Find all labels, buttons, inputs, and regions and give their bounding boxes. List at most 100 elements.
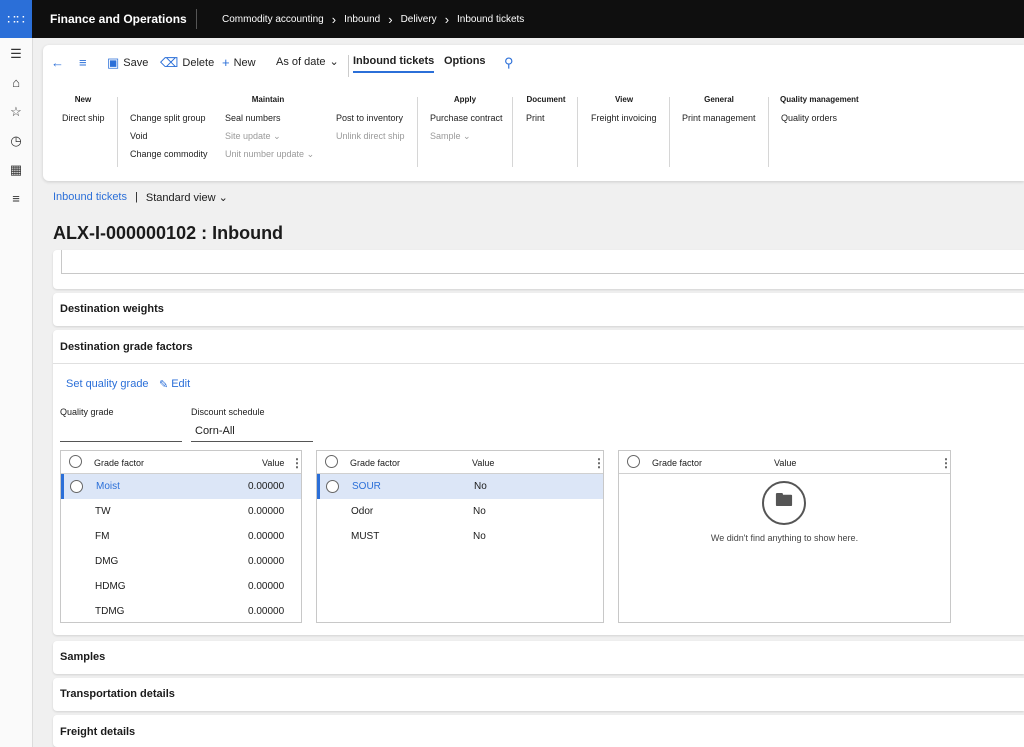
table-row[interactable]: TDMG 0.00000 <box>61 599 301 624</box>
as-of-date-button[interactable]: As of date ⌄ <box>276 55 339 69</box>
more-options-icon[interactable]: ⋮ <box>593 456 605 470</box>
post-to-inventory-button[interactable]: Post to inventory <box>336 113 403 123</box>
discount-schedule-field[interactable]: Corn-All <box>191 421 313 442</box>
app-launcher-icon[interactable]: ∷∷ <box>0 0 32 38</box>
section-title: Samples <box>60 651 106 663</box>
edit-button[interactable]: ✎ Edit <box>159 378 190 391</box>
value-cell: 0.00000 <box>248 606 285 617</box>
section-title[interactable]: Destination grade factors <box>60 341 193 353</box>
save-button[interactable]: ▣ Save <box>107 55 148 71</box>
back-arrow-icon: ← <box>51 55 64 70</box>
star-icon[interactable]: ☆ <box>0 104 32 120</box>
table-row[interactable]: SOUR No <box>317 474 603 499</box>
group-header-maintain: Maintain <box>251 95 285 104</box>
change-split-group-button[interactable]: Change split group <box>130 113 206 123</box>
standard-view-dropdown[interactable]: Standard view ⌄ <box>146 191 228 204</box>
unit-number-update-button[interactable]: Unit number update ⌄ <box>225 149 314 160</box>
grade-factor-cell: Odor <box>351 506 374 517</box>
empty-state-message: We didn't find anything to show here. <box>710 533 859 543</box>
new-button[interactable]: + New <box>222 55 256 70</box>
unit-number-update-label: Unit number update <box>225 149 305 159</box>
more-options-icon[interactable]: ⋮ <box>291 456 303 470</box>
breadcrumb-inbound[interactable]: Inbound <box>344 14 380 25</box>
grade-factor-grid-empty: Grade factor Value ⋮ 🖿 We didn't find an… <box>618 450 952 623</box>
breadcrumb-delivery[interactable]: Delivery <box>401 14 437 25</box>
void-button[interactable]: Void <box>130 131 148 141</box>
select-all-radio[interactable] <box>325 455 338 468</box>
tab-options[interactable]: Options <box>444 55 486 71</box>
site-update-button[interactable]: Site update ⌄ <box>225 131 281 142</box>
list-icon[interactable]: ≡ <box>0 191 32 206</box>
chevron-down-icon: ⌄ <box>273 131 281 141</box>
save-icon: ▣ <box>107 55 120 70</box>
freight-invoicing-button[interactable]: Freight invoicing <box>591 113 657 123</box>
unlink-direct-ship-button[interactable]: Unlink direct ship <box>336 131 405 141</box>
breadcrumb-inbound-tickets[interactable]: Inbound tickets <box>457 14 524 25</box>
grade-factor-cell: MUST <box>351 531 380 542</box>
quality-orders-button[interactable]: Quality orders <box>781 113 837 123</box>
value-cell: 0.00000 <box>248 556 285 567</box>
workspace-icon[interactable]: ▦ <box>0 162 32 178</box>
column-header-grade-factor[interactable]: Grade factor <box>652 458 702 468</box>
print-button[interactable]: Print <box>526 113 545 123</box>
change-commodity-button[interactable]: Change commodity <box>130 149 208 159</box>
section-freight-details[interactable]: Freight details <box>53 715 1024 747</box>
column-header-value[interactable]: Value <box>774 458 796 468</box>
delete-button[interactable]: ⌫ Delete <box>160 55 214 71</box>
chevron-right-icon: › <box>388 11 393 27</box>
more-options-icon[interactable]: ⋮ <box>940 456 952 470</box>
left-nav: ☰ ⌂ ☆ ◷ ▦ ≡ <box>0 38 33 747</box>
sample-button[interactable]: Sample ⌄ <box>430 131 471 142</box>
tab-inbound-label: Inbound tickets <box>353 55 435 73</box>
column-header-value[interactable]: Value <box>472 458 494 468</box>
print-management-button[interactable]: Print management <box>682 113 756 123</box>
column-header-grade-factor[interactable]: Grade factor <box>350 458 400 468</box>
set-quality-grade-button[interactable]: Set quality grade <box>66 378 149 390</box>
direct-ship-button[interactable]: Direct ship <box>62 113 105 123</box>
table-row[interactable]: Moist 0.00000 <box>61 474 301 499</box>
select-all-radio[interactable] <box>69 455 82 468</box>
section-transportation-details[interactable]: Transportation details <box>53 678 1024 711</box>
section-destination-weights[interactable]: Destination weights <box>53 293 1024 326</box>
value-cell: 0.00000 <box>248 506 285 517</box>
text-area[interactable] <box>61 250 1024 274</box>
table-row[interactable]: HDMG 0.00000 <box>61 574 301 599</box>
grade-factor-cell: TDMG <box>95 606 125 617</box>
chevron-down-icon: ⌄ <box>463 131 471 141</box>
seal-numbers-button[interactable]: Seal numbers <box>225 113 281 123</box>
row-radio[interactable] <box>70 480 83 493</box>
table-row[interactable]: DMG 0.00000 <box>61 549 301 574</box>
inbound-tickets-link[interactable]: Inbound tickets <box>53 191 127 204</box>
app-name[interactable]: Finance and Operations <box>50 12 187 26</box>
hamburger-button[interactable]: ≡ <box>79 55 87 70</box>
value-cell: No <box>473 531 486 542</box>
tab-inbound-tickets[interactable]: Inbound tickets <box>353 55 435 73</box>
search-button[interactable]: ⚲ <box>504 55 514 71</box>
column-header-value[interactable]: Value <box>262 458 284 468</box>
table-row[interactable]: FM 0.00000 <box>61 524 301 549</box>
table-row[interactable]: MUST No <box>317 524 603 549</box>
back-button[interactable]: ← <box>51 55 64 70</box>
chevron-down-icon: ⌄ <box>218 192 228 204</box>
grade-factor-cell: SOUR <box>352 481 381 492</box>
group-header-new: New <box>74 95 92 104</box>
home-icon[interactable]: ⌂ <box>0 75 32 90</box>
plus-icon: + <box>222 55 230 70</box>
purchase-contract-button[interactable]: Purchase contract <box>430 113 503 123</box>
clock-icon[interactable]: ◷ <box>0 133 32 149</box>
menu-icon[interactable]: ☰ <box>0 46 32 62</box>
row-radio[interactable] <box>326 480 339 493</box>
separator: | <box>135 191 138 203</box>
top-bar: ∷∷ Finance and Operations Commodity acco… <box>0 0 1024 38</box>
divider <box>669 97 670 167</box>
grade-factor-cell: Moist <box>96 481 120 492</box>
save-label: Save <box>123 57 149 69</box>
table-row[interactable]: TW 0.00000 <box>61 499 301 524</box>
section-samples[interactable]: Samples <box>53 641 1024 674</box>
table-row[interactable]: Odor No <box>317 499 603 524</box>
quality-grade-field[interactable] <box>60 421 182 442</box>
column-header-grade-factor[interactable]: Grade factor <box>94 458 144 468</box>
grade-factor-cell: HDMG <box>95 581 126 592</box>
select-all-radio[interactable] <box>627 455 640 468</box>
breadcrumb-commodity-accounting[interactable]: Commodity accounting <box>222 14 324 25</box>
